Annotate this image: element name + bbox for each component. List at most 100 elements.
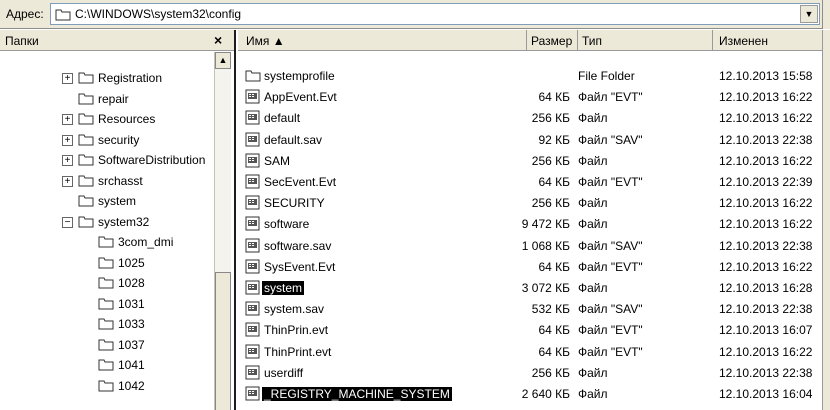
file-name: SecEvent.Evt bbox=[264, 175, 337, 189]
file-row[interactable]: SECURITY 256 КБ Файл 12.10.2013 16:22 bbox=[238, 193, 830, 213]
address-go-edge bbox=[822, 0, 830, 29]
file-row[interactable]: default.sav 92 КБ Файл "SAV" 12.10.2013 22:… bbox=[238, 130, 830, 150]
file-row[interactable]: ThinPrint.evt 64 КБ Файл "EVT" 12.10.2013 1… bbox=[238, 342, 830, 362]
file-modified: 12.10.2013 22:38 bbox=[719, 132, 813, 147]
file-name: default.sav bbox=[264, 132, 323, 147]
folder-tree-item-label: 1042 bbox=[118, 378, 145, 393]
file-icon bbox=[245, 386, 260, 401]
file-type: Файл "EVT" bbox=[578, 175, 643, 189]
folders-pane: Папки × + Registration repair + Resources + se… bbox=[0, 30, 236, 410]
file-row[interactable]: system.sav 532 КБ Файл "SAV" 12.10.2013 22:… bbox=[238, 299, 830, 319]
file-modified: 12.10.2013 16:07 bbox=[719, 323, 813, 338]
scrollbar-thumb[interactable] bbox=[215, 272, 231, 410]
folder-tree-item[interactable]: repair bbox=[0, 89, 212, 109]
folder-tree-item[interactable]: 1031 bbox=[0, 294, 212, 314]
folder-tree-item-label: Registration bbox=[98, 71, 163, 85]
folder-tree-item[interactable]: 1037 bbox=[0, 335, 212, 355]
file-type: Файл bbox=[578, 217, 608, 232]
folder-tree-item[interactable]: + security bbox=[0, 130, 212, 150]
file-row[interactable]: software.sav 1 068 КБ Файл "SAV" 12.10.2013… bbox=[238, 236, 830, 256]
collapse-icon[interactable]: − bbox=[62, 216, 73, 228]
file-size: 532 КБ bbox=[531, 302, 570, 317]
file-type: Файл "EVT" bbox=[578, 259, 643, 274]
file-size: 92 КБ bbox=[538, 132, 570, 147]
folder-icon bbox=[78, 216, 94, 227]
file-icon bbox=[245, 322, 260, 337]
folder-icon bbox=[78, 93, 94, 104]
file-size: 256 КБ bbox=[531, 153, 570, 168]
folder-tree-item[interactable]: system bbox=[0, 191, 212, 211]
expand-icon[interactable]: + bbox=[62, 73, 73, 84]
expand-icon[interactable]: + bbox=[62, 155, 73, 166]
file-name: default bbox=[264, 111, 301, 126]
file-row[interactable]: userdiff 256 КБ Файл 12.10.2013 22:38 bbox=[238, 363, 830, 383]
file-type: Файл bbox=[578, 196, 608, 211]
folder-tree-item[interactable]: + Resources bbox=[0, 109, 212, 129]
folder-icon bbox=[98, 257, 114, 268]
file-modified: 12.10.2013 16:22 bbox=[719, 217, 813, 232]
file-icon bbox=[245, 195, 260, 210]
address-dropdown-button[interactable]: ▼ bbox=[800, 5, 818, 23]
folder-icon bbox=[55, 9, 71, 21]
file-icon bbox=[245, 132, 260, 147]
folder-icon bbox=[98, 380, 114, 391]
file-icon bbox=[245, 259, 260, 274]
file-icon bbox=[245, 365, 260, 380]
folder-tree-item[interactable]: 1042 bbox=[0, 376, 212, 396]
file-row[interactable]: systemprofile File Folder 12.10.2013 15:58 bbox=[238, 66, 830, 86]
column-header-type-label: Тип bbox=[582, 34, 603, 48]
folder-tree-item[interactable]: + SoftwareDistribution bbox=[0, 150, 212, 170]
column-header-type[interactable]: Тип bbox=[578, 30, 713, 51]
folder-icon bbox=[78, 134, 94, 145]
expand-icon[interactable]: + bbox=[62, 134, 73, 146]
close-icon[interactable]: × bbox=[214, 32, 222, 48]
folder-tree-item[interactable]: 1033 bbox=[0, 314, 212, 334]
folder-tree-item-label: srchasst bbox=[98, 173, 143, 188]
folder-tree-item[interactable]: + srchasst bbox=[0, 171, 212, 191]
file-row[interactable]: _REGISTRY_MACHINE_SYSTEM 2 640 КБ Файл 12.1… bbox=[238, 384, 830, 404]
column-header-size[interactable]: Размер bbox=[526, 30, 578, 51]
file-list-scrollbar[interactable] bbox=[822, 30, 830, 410]
address-label: Адрес: bbox=[6, 7, 44, 21]
file-row[interactable]: default 256 КБ Файл 12.10.2013 16:22 bbox=[238, 108, 830, 128]
expand-icon[interactable]: + bbox=[62, 175, 73, 187]
file-size: 3 072 КБ bbox=[521, 281, 570, 295]
file-name: SysEvent.Evt bbox=[264, 259, 336, 274]
file-modified: 12.10.2013 22:39 bbox=[719, 175, 813, 189]
file-size: 64 КБ bbox=[538, 175, 570, 189]
file-type: File Folder bbox=[578, 69, 635, 83]
file-type: Файл "EVT" bbox=[578, 323, 643, 338]
scroll-up-button[interactable]: ▲ bbox=[215, 52, 231, 69]
file-modified: 12.10.2013 15:58 bbox=[719, 69, 813, 83]
address-input[interactable]: C:\WINDOWS\system32\config ▼ bbox=[50, 3, 820, 25]
folder-tree-item[interactable]: 1028 bbox=[0, 273, 212, 293]
file-modified: 12.10.2013 22:38 bbox=[719, 302, 813, 317]
folders-scrollbar[interactable]: ▲ bbox=[214, 52, 231, 410]
file-row[interactable]: AppEvent.Evt 64 КБ Файл "EVT" 12.10.2013 16… bbox=[238, 87, 830, 107]
file-type: Файл "SAV" bbox=[578, 302, 643, 317]
file-name: software.sav bbox=[264, 238, 332, 253]
folder-tree-item[interactable]: + Registration bbox=[0, 68, 212, 88]
file-row[interactable]: SysEvent.Evt 64 КБ Файл "EVT" 12.10.2013 16… bbox=[238, 257, 830, 277]
file-row[interactable]: SecEvent.Evt 64 КБ Файл "EVT" 12.10.2013 22… bbox=[238, 172, 830, 192]
folder-tree-item[interactable]: 3com_dmi bbox=[0, 232, 212, 252]
folder-tree-item-label: 1037 bbox=[118, 337, 145, 352]
folder-tree-item-label: repair bbox=[98, 91, 129, 106]
expand-icon[interactable]: + bbox=[62, 114, 73, 125]
file-row[interactable]: software 9 472 КБ Файл 12.10.2013 16:22 bbox=[238, 214, 830, 234]
folder-tree-item[interactable]: − system32 bbox=[0, 212, 212, 232]
folder-tree-item[interactable]: 1025 bbox=[0, 253, 212, 273]
file-name: software bbox=[264, 217, 310, 232]
folder-icon bbox=[78, 154, 94, 166]
file-row[interactable]: system 3 072 КБ Файл 12.10.2013 16:28 bbox=[238, 278, 830, 298]
file-modified: 12.10.2013 16:22 bbox=[719, 153, 813, 168]
file-icon bbox=[245, 89, 260, 104]
column-header-modified[interactable]: Изменен bbox=[713, 30, 823, 51]
folder-icon bbox=[98, 277, 114, 289]
folder-tree-item[interactable]: 1041 bbox=[0, 355, 212, 375]
file-row[interactable]: ThinPrin.evt 64 КБ Файл "EVT" 12.10.2013 16… bbox=[238, 320, 830, 340]
file-size: 256 КБ bbox=[531, 365, 570, 380]
file-row[interactable]: SAM 256 КБ Файл 12.10.2013 16:22 bbox=[238, 151, 830, 171]
file-icon bbox=[245, 174, 260, 189]
folder-icon bbox=[98, 359, 114, 371]
